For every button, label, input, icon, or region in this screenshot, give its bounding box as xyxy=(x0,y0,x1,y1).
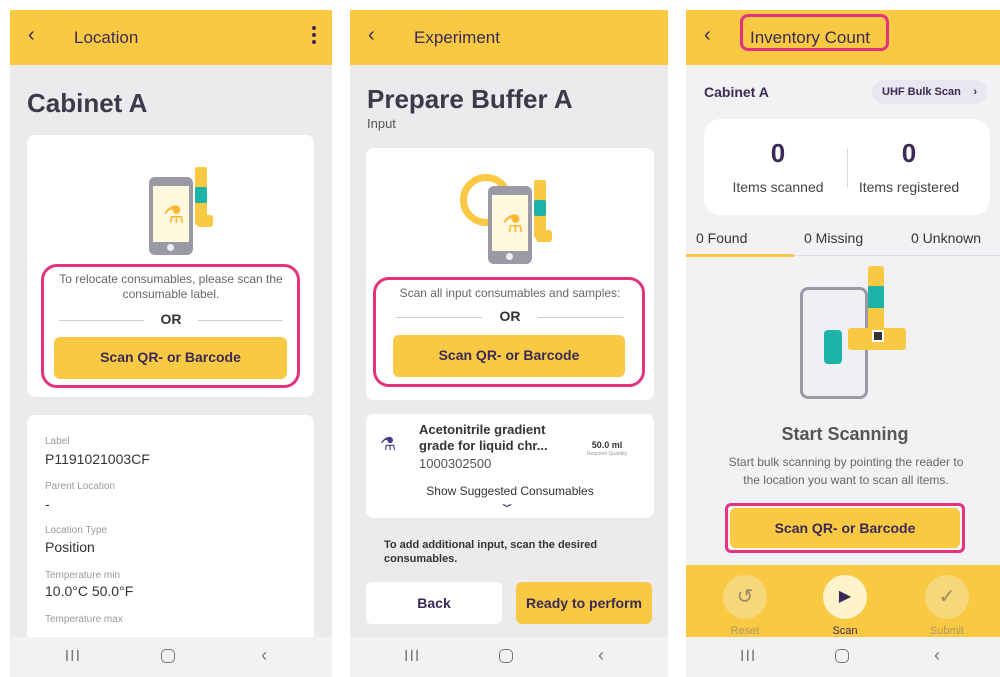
back-icon[interactable]: ‹ xyxy=(368,24,375,47)
add-input-hint: To add additional input, scan the desire… xyxy=(384,539,598,565)
location-screen: ‹ Location Cabinet A ⚗ To relocate consu… xyxy=(10,10,332,677)
inventory-screen: ‹ Inventory Count Cabinet A UHF Bulk Sca… xyxy=(686,10,1000,677)
field-value: 10.0°C 50.0°F xyxy=(45,583,134,599)
back-nav-icon[interactable]: ‹ xyxy=(934,645,940,666)
system-nav-bar: III ‹ xyxy=(350,637,668,677)
recents-icon[interactable]: III xyxy=(740,647,756,665)
flask-icon: ⚗ xyxy=(380,434,397,454)
highlight-frame xyxy=(373,277,645,387)
qr-icon xyxy=(872,330,884,342)
ready-to-perform-button[interactable]: Ready to perform xyxy=(516,582,652,624)
action-bar: ↺ Reset ▶ Scan ✓ Submit xyxy=(686,565,1000,637)
phone-illustration: ⚗ xyxy=(488,186,532,264)
item-quantity: 50.0 ml xyxy=(591,440,623,450)
back-icon[interactable]: ‹ xyxy=(28,24,35,47)
uhf-bulk-scan-label: UHF Bulk Scan xyxy=(882,86,961,98)
phone-illustration: ⚗ xyxy=(149,177,193,255)
home-icon[interactable] xyxy=(161,649,176,663)
active-tab-indicator xyxy=(686,254,794,257)
reset-icon[interactable]: ↺ xyxy=(723,575,767,619)
flask-icon: ⚗ xyxy=(163,202,185,229)
field-value: - xyxy=(45,496,50,512)
back-nav-icon[interactable]: ‹ xyxy=(598,645,604,666)
page-title: Prepare Buffer A xyxy=(367,84,573,114)
chevron-down-icon[interactable]: ⌄ xyxy=(498,496,516,510)
start-scanning-description: Start bulk scanning by pointing the read… xyxy=(728,455,964,487)
recents-icon[interactable]: III xyxy=(404,647,420,665)
item-quantity-label: Required Quantity xyxy=(586,451,628,457)
experiment-screen: ‹ Experiment Prepare Buffer A Input ⚗ Sc… xyxy=(350,10,668,677)
items-scanned-count: 0 xyxy=(770,138,786,168)
tab-missing[interactable]: 0 Missing xyxy=(804,230,863,246)
submit-label: Submit xyxy=(929,625,965,637)
uhf-bulk-scan-button[interactable]: UHF Bulk Scan › xyxy=(872,80,987,104)
chevron-right-icon: › xyxy=(973,86,977,98)
location-name: Cabinet A xyxy=(704,84,769,100)
title-highlight xyxy=(740,14,889,51)
items-registered-label: Items registered xyxy=(858,179,960,195)
field-label: Temperature max xyxy=(45,614,123,625)
tab-found[interactable]: 0 Found xyxy=(696,230,747,246)
flask-icon: ⚗ xyxy=(502,211,524,238)
items-scanned-label: Items scanned xyxy=(732,179,824,195)
system-nav-bar: III ‹ xyxy=(686,637,1000,677)
field-label: Parent Location xyxy=(45,481,116,492)
start-scanning-title: Start Scanning xyxy=(781,424,909,444)
app-bar-title: Location xyxy=(74,28,139,47)
item-name: Acetonitrile gradient grade for liquid c… xyxy=(419,422,548,453)
field-value: P1191021003CF xyxy=(45,451,150,467)
app-bar: ‹ Location xyxy=(10,10,332,65)
more-menu-icon[interactable] xyxy=(312,26,318,47)
scan-label: Scan xyxy=(832,625,858,637)
field-label: Temperature min xyxy=(45,570,121,581)
back-icon[interactable]: ‹ xyxy=(704,24,711,47)
items-registered-count: 0 xyxy=(901,138,917,168)
tab-unknown[interactable]: 0 Unknown xyxy=(911,230,981,246)
system-nav-bar: III ‹ xyxy=(10,637,332,677)
field-label: Location Type xyxy=(45,525,108,536)
item-code: 1000302500 xyxy=(419,456,492,471)
back-nav-icon[interactable]: ‹ xyxy=(261,645,267,666)
bottle-icon xyxy=(824,330,842,364)
home-icon[interactable] xyxy=(499,649,514,663)
field-value: Position xyxy=(45,539,95,555)
recents-icon[interactable]: III xyxy=(65,647,81,665)
highlight-frame xyxy=(725,503,965,553)
page-subtitle: Input xyxy=(367,116,396,131)
back-button[interactable]: Back xyxy=(366,582,502,624)
home-icon[interactable] xyxy=(835,649,850,663)
app-bar: ‹ Experiment xyxy=(350,10,668,65)
app-bar-title: Experiment xyxy=(414,28,500,47)
page-title: Cabinet A xyxy=(27,88,148,118)
check-icon[interactable]: ✓ xyxy=(925,575,969,619)
field-label: Label xyxy=(45,436,70,447)
consumable-item[interactable]: ⚗ Acetonitrile gradient grade for liquid… xyxy=(366,414,654,518)
reset-label: Reset xyxy=(730,625,760,637)
highlight-frame xyxy=(41,264,300,388)
play-icon[interactable]: ▶ xyxy=(823,575,867,619)
